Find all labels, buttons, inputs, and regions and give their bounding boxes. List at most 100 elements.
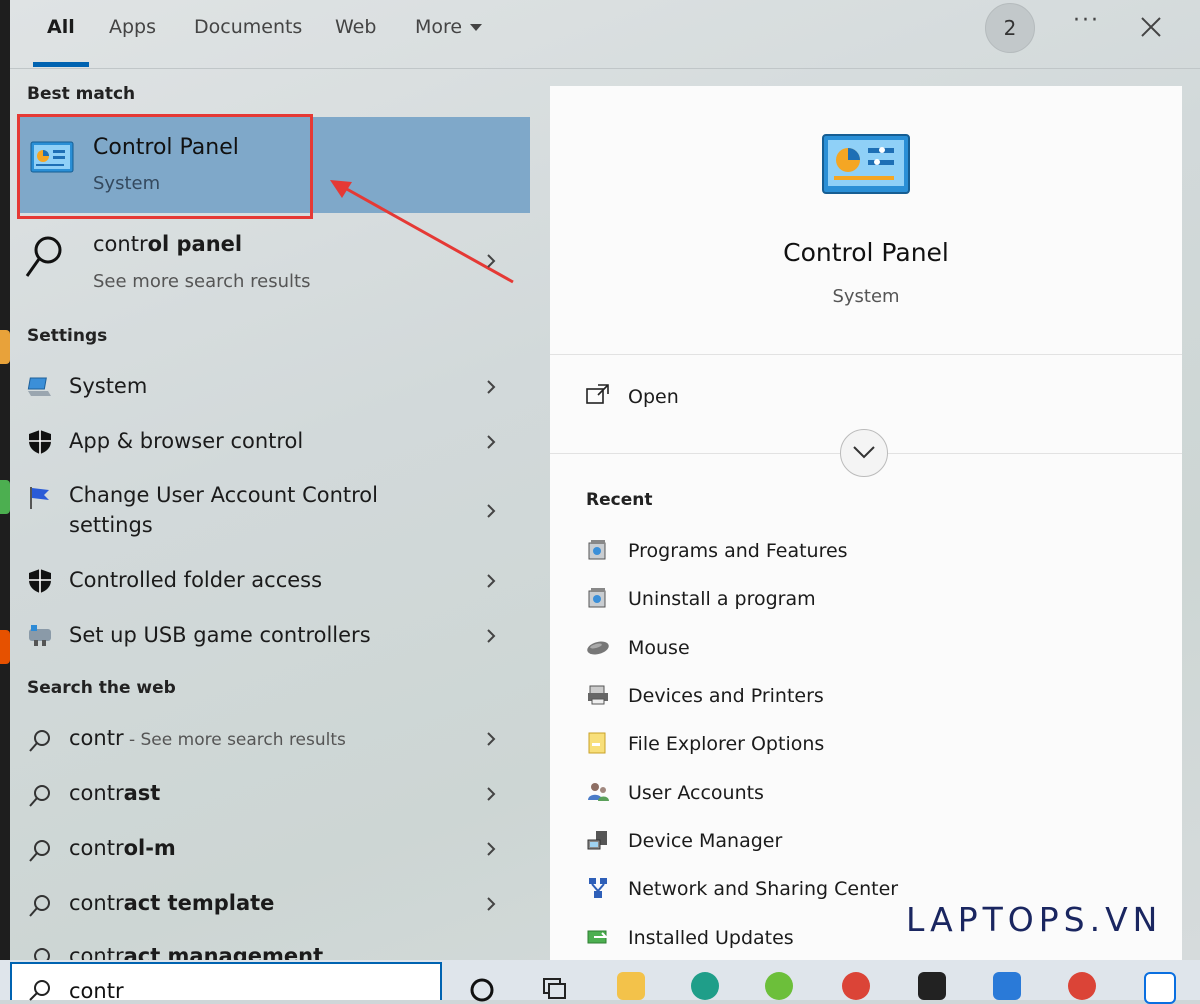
divider [550,354,1182,355]
search-icon [29,730,50,752]
web-query-typed: contr [69,891,124,915]
uninstall-icon [588,588,606,608]
device-manager-icon [587,831,607,850]
desktop-icon [0,630,10,664]
chrome-profile-icon[interactable] [1068,972,1096,1000]
recent-item[interactable]: Uninstall a program [586,586,1146,616]
recent-item-label: Network and Sharing Center [628,878,899,900]
annotation-highlight-box [17,114,313,219]
web-result-row[interactable]: control-m [10,834,530,870]
settings-item-usb-game-controllers[interactable]: Set up USB game controllers [10,621,530,657]
chrome-icon[interactable] [842,972,870,1000]
shield-icon [29,430,51,454]
more-options-button[interactable]: ··· [1073,8,1100,33]
web-result-label: contrast [69,781,160,805]
search-icon [29,785,50,807]
network-icon [589,878,607,898]
desktop-icon [0,330,10,364]
web-result-row[interactable]: contrast [10,779,530,815]
open-label: Open [628,386,679,408]
more-results-query: control panel [93,232,242,256]
recent-item-label: File Explorer Options [628,733,825,755]
laptop-icon [27,377,51,396]
open-action[interactable]: Open [586,382,886,416]
web-result-label: contr - See more search results [69,726,346,750]
task-view-icon[interactable] [541,974,569,1002]
web-query-typed: contr [69,836,124,860]
web-result-row[interactable]: contr - See more search results [10,724,530,760]
scope-tabs: All Apps Documents Web More 2 ··· [10,0,1200,69]
settings-item-app-browser-control[interactable]: App & browser control [10,427,530,463]
shield-icon [29,569,51,593]
search-icon [29,840,50,862]
chevron-down-icon [853,446,875,459]
tab-more-label: More [415,16,463,38]
preview-title: Control Panel [783,238,949,267]
web-query-suggested: ol-m [123,836,176,860]
settings-item-controlled-folder-access[interactable]: Controlled folder access [10,566,530,602]
chevron-right-icon [487,504,496,518]
web-query-suggested: ast [123,781,161,805]
chevron-right-icon [487,574,496,588]
section-best-match: Best match [27,84,136,104]
recent-item-label: Uninstall a program [628,588,816,610]
app-icon[interactable] [918,972,946,1000]
tab-apps[interactable]: Apps [109,14,156,54]
search-icon [25,236,62,277]
tab-more[interactable]: More [415,14,483,54]
zalo-icon[interactable] [1144,972,1176,1004]
mouse-icon [587,641,609,655]
expand-button[interactable] [840,429,888,477]
web-result-row[interactable]: contract template [10,889,530,925]
active-tab-indicator [33,62,89,67]
recent-item[interactable]: Programs and Features [586,538,1146,568]
tab-documents[interactable]: Documents [194,14,302,54]
recent-item-label: Installed Updates [628,927,794,949]
chevron-right-icon [487,842,496,856]
recent-item[interactable]: Devices and Printers [586,683,1146,713]
web-query-typed: contr [69,944,124,960]
settings-item-system[interactable]: System [10,372,530,408]
web-query-suggested: act management [123,944,324,960]
web-result-label: control-m [69,836,176,860]
settings-item-label: System [69,374,148,398]
taskbar-search-box[interactable]: contr [10,962,442,1003]
chevron-right-icon [487,435,496,449]
recent-item[interactable]: User Accounts [586,780,1146,810]
desktop-icon [0,480,10,514]
more-search-results-row[interactable]: control panel See more search results [10,228,530,298]
watermark-logo: LAPTOPS.VN [906,900,1163,939]
settings-item-uac[interactable]: Change User Account Control settings [10,481,530,545]
search-input[interactable]: contr [69,979,124,1003]
recent-item-label: Programs and Features [628,540,848,562]
caret-down-icon [470,24,483,31]
settings-item-label: Controlled folder access [69,568,323,592]
tab-web[interactable]: Web [335,14,376,54]
section-search-web: Search the web [27,678,176,698]
search-panel: All Apps Documents Web More 2 ··· Best m… [10,0,1200,960]
more-results-subtitle: See more search results [93,271,311,292]
tab-all[interactable]: All [47,14,75,54]
recent-item[interactable]: Device Manager [586,828,1146,858]
search-icon [29,980,50,1001]
recent-item[interactable]: File Explorer Options [586,731,1146,761]
chevron-right-icon [487,897,496,911]
settings-item-label-line2: settings [69,513,153,537]
rewards-badge[interactable]: 2 [985,3,1035,53]
chevron-right-icon [487,787,496,801]
close-icon[interactable] [1136,12,1166,42]
programs-icon [588,540,606,560]
preview-subtitle: System [832,286,900,307]
recent-item[interactable]: Mouse [586,635,1146,665]
web-query-hint: - See more search results [123,730,346,750]
search-icon [34,948,50,960]
search-icon [29,895,50,917]
app-icon[interactable] [993,972,1021,1000]
settings-item-label: App & browser control [69,429,304,453]
file-explorer-icon[interactable] [617,972,645,1000]
web-result-row[interactable]: contract management [10,942,530,960]
chevron-right-icon [487,254,496,268]
game-controller-icon [29,625,51,646]
coc-coc-browser-icon[interactable] [765,972,793,1000]
edge-browser-icon[interactable] [691,972,719,1000]
